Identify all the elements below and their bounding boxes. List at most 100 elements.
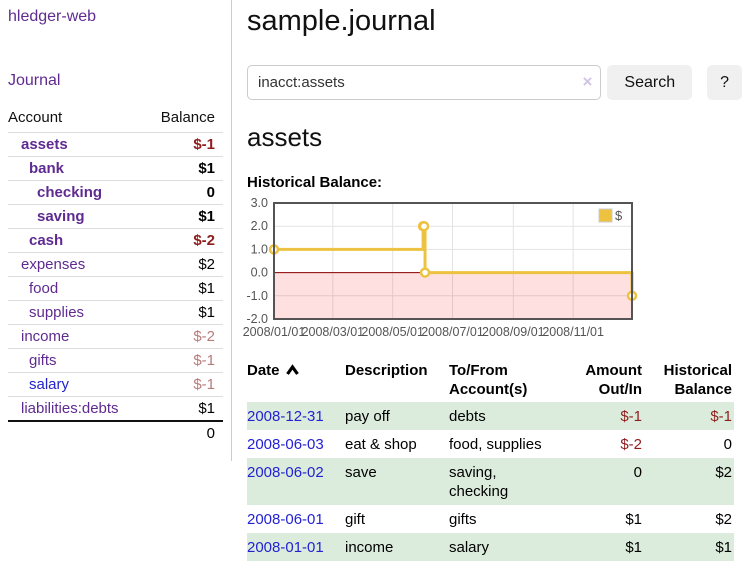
nav-journal-link[interactable]: Journal <box>8 72 60 89</box>
transaction-date-link[interactable]: 2008-06-03 <box>247 436 324 453</box>
accounts-header-account: Account <box>8 106 146 133</box>
transaction-balance: $2 <box>644 505 734 533</box>
svg-text:-2.0: -2.0 <box>246 312 268 326</box>
account-link-income[interactable]: income <box>21 328 69 345</box>
account-row: liabilities:debts $1 <box>8 397 223 422</box>
search-input[interactable] <box>247 65 601 100</box>
app-title-link[interactable]: hledger-web <box>8 8 96 25</box>
account-balance: $1 <box>146 277 223 301</box>
svg-text:2008/07/01: 2008/07/01 <box>421 325 484 339</box>
search-button[interactable]: Search <box>607 65 692 100</box>
transaction-accounts: saving, checking <box>449 458 559 505</box>
transaction-description: eat & shop <box>345 430 449 458</box>
page-title: sample.journal <box>247 5 742 38</box>
transaction-description: gift <box>345 505 449 533</box>
register-row: 2008-01-01incomesalary$1$1 <box>247 533 734 561</box>
account-balance: $-2 <box>146 229 223 253</box>
account-balance: $1 <box>146 205 223 229</box>
svg-text:2008/09/01: 2008/09/01 <box>482 325 545 339</box>
sidebar-nav: Journal <box>8 72 223 90</box>
main-content: sample.journal × Search ? assets Histori… <box>232 0 742 561</box>
account-row: bank $1 <box>8 157 223 181</box>
register-table: Date Description To/From Account(s) Amou… <box>247 358 734 561</box>
accounts-total-balance: 0 <box>146 421 223 445</box>
account-link-expenses[interactable]: expenses <box>21 256 85 273</box>
account-row: cash $-2 <box>8 229 223 253</box>
svg-text:2008/11/01: 2008/11/01 <box>542 325 604 339</box>
account-balance: $-1 <box>146 349 223 373</box>
negative-region <box>274 273 632 319</box>
transaction-accounts: debts <box>449 402 559 430</box>
transaction-balance: $2 <box>644 458 734 505</box>
balance-chart-svg: 3.02.01.00.0-1.0-2.02008/01/012008/03/01… <box>247 196 649 346</box>
account-link-salary[interactable]: salary <box>29 376 69 393</box>
sidebar: hledger-web Journal Account Balance asse… <box>0 0 232 461</box>
historical-balance-chart: 3.02.01.00.0-1.0-2.02008/01/012008/03/01… <box>247 196 742 346</box>
transaction-balance: $-1 <box>644 402 734 430</box>
account-balance: $1 <box>146 157 223 181</box>
chart-legend: $ <box>599 208 623 223</box>
register-header-row: Date Description To/From Account(s) Amou… <box>247 358 734 402</box>
account-balance: $1 <box>146 301 223 325</box>
accounts-header-row: Account Balance <box>8 106 223 133</box>
svg-text:2008/03/01: 2008/03/01 <box>302 325 365 339</box>
transaction-amount: $-1 <box>559 402 644 430</box>
transaction-amount: $-2 <box>559 430 644 458</box>
register-header-accounts: To/From Account(s) <box>449 358 559 402</box>
data-point <box>420 222 428 230</box>
account-row: gifts $-1 <box>8 349 223 373</box>
svg-text:2008/01/01: 2008/01/01 <box>243 325 306 339</box>
svg-text:0.0: 0.0 <box>251 266 268 280</box>
transaction-amount: $1 <box>559 533 644 561</box>
account-row: income$-2 <box>8 325 223 349</box>
account-link-saving[interactable]: saving <box>37 208 85 225</box>
account-link-assets[interactable]: assets <box>21 136 68 153</box>
account-row: supplies $1 <box>8 301 223 325</box>
account-link-liabilities-debts[interactable]: liabilities:debts <box>21 400 119 417</box>
transaction-description: income <box>345 533 449 561</box>
account-balance: $2 <box>146 253 223 277</box>
register-header-amount: Amount Out/In <box>559 358 644 402</box>
svg-text:$: $ <box>615 208 623 223</box>
account-link-checking[interactable]: checking <box>37 184 102 201</box>
transaction-date-link[interactable]: 2008-06-01 <box>247 511 324 528</box>
account-row: assets$-1 <box>8 133 223 157</box>
account-link-supplies[interactable]: supplies <box>29 304 84 321</box>
account-link-food[interactable]: food <box>29 280 58 297</box>
transaction-accounts: salary <box>449 533 559 561</box>
hledger-web-page: hledger-web Journal Account Balance asse… <box>0 0 742 561</box>
app-title: hledger-web <box>8 8 223 26</box>
register-row: 2008-12-31pay offdebts$-1$-1 <box>247 402 734 430</box>
account-heading: assets <box>247 122 742 153</box>
transaction-description: save <box>345 458 449 505</box>
account-balance: $1 <box>146 397 223 422</box>
help-button[interactable]: ? <box>707 65 742 100</box>
accounts-total-row: 0 <box>8 421 223 445</box>
account-link-cash[interactable]: cash <box>29 232 63 249</box>
account-row: food $1 <box>8 277 223 301</box>
register-row: 2008-06-02 savesaving, checking0$2 <box>247 458 734 505</box>
sort-ascending-icon <box>285 364 300 376</box>
transaction-balance: $1 <box>644 533 734 561</box>
transaction-date-link[interactable]: 2008-12-31 <box>247 408 324 425</box>
transaction-date-link[interactable]: 2008-06-02 <box>247 464 324 481</box>
clear-search-icon[interactable]: × <box>582 72 592 92</box>
account-balance: 0 <box>146 181 223 205</box>
account-link-bank[interactable]: bank <box>29 160 64 177</box>
register-row: 2008-06-01 giftgifts$1$2 <box>247 505 734 533</box>
transaction-date-link[interactable]: 2008-01-01 <box>247 539 324 556</box>
register-row: 2008-06-03eat & shopfood, supplies$-20 <box>247 430 734 458</box>
search-bar: × Search ? <box>247 65 742 100</box>
register-header-date[interactable]: Date <box>247 358 345 402</box>
svg-text:2008/05/01: 2008/05/01 <box>361 325 424 339</box>
accounts-header-balance: Balance <box>146 106 223 133</box>
svg-text:-1.0: -1.0 <box>246 289 268 303</box>
account-link-gifts[interactable]: gifts <box>29 352 57 369</box>
search-field-wrap: × <box>247 65 601 100</box>
account-balance: $-1 <box>146 373 223 397</box>
account-row: expenses $2 <box>8 253 223 277</box>
account-row: saving $1 <box>8 205 223 229</box>
transaction-amount: 0 <box>559 458 644 505</box>
transaction-accounts: gifts <box>449 505 559 533</box>
transaction-amount: $1 <box>559 505 644 533</box>
